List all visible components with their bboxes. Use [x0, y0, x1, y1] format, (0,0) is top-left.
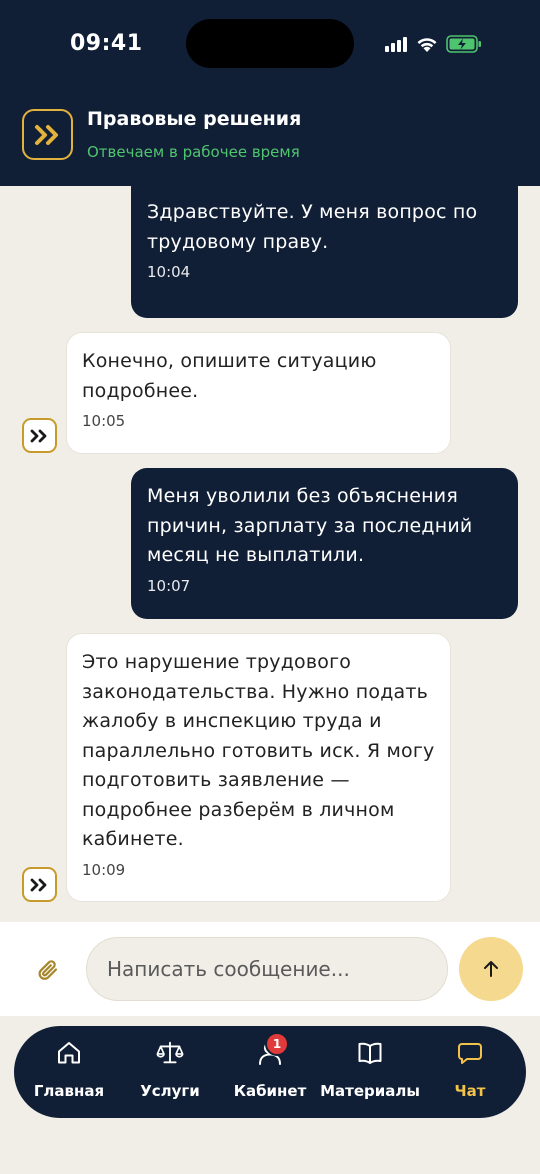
- message-input[interactable]: [86, 937, 448, 1001]
- home-icon: [55, 1039, 83, 1067]
- chat-messages[interactable]: Здравствуйте. У меня вопрос по трудовому…: [0, 186, 540, 922]
- message-incoming: Конечно, опишите ситуацию подробнее. 10:…: [66, 332, 451, 454]
- dynamic-island: [186, 19, 354, 68]
- brand-logo: [22, 109, 73, 160]
- message-outgoing: Меня уволили без объяснения причин, зарп…: [131, 468, 518, 619]
- message-time: 10:07: [147, 576, 191, 595]
- message-time: 10:05: [82, 412, 126, 430]
- status-icons: [385, 33, 482, 55]
- brand-title: Правовые решения: [87, 108, 302, 130]
- nav-label: Главная: [33, 1082, 105, 1100]
- message-time: 10:09: [82, 860, 126, 879]
- arrow-up-icon: [484, 961, 498, 977]
- nav-materials[interactable]: Материалы: [320, 1026, 420, 1118]
- message-text: Конечно, опишите ситуацию подробнее.: [82, 350, 377, 402]
- app-root: 09:41 Правовые решения Отвечаем в рабоче…: [0, 0, 540, 1174]
- agent-avatar: [22, 867, 57, 902]
- chat-icon: [456, 1039, 484, 1067]
- send-button[interactable]: [459, 937, 523, 1001]
- attach-button[interactable]: [33, 955, 63, 985]
- nav-services[interactable]: Услуги: [120, 1026, 220, 1118]
- double-chevron-right-icon: [30, 429, 46, 442]
- nav-label: Чат: [454, 1082, 486, 1100]
- wifi-icon: [417, 37, 437, 52]
- message-text: Это нарушение трудового законодательства…: [82, 651, 435, 850]
- header: 09:41 Правовые решения Отвечаем в рабоче…: [0, 0, 540, 186]
- status-time: 09:41: [70, 31, 143, 56]
- paperclip-icon: [38, 960, 58, 980]
- availability-status: Отвечаем в рабочее время: [87, 143, 300, 161]
- scales-icon: [156, 1039, 184, 1067]
- message-text: Здравствуйте. У меня вопрос по трудовому…: [147, 201, 478, 253]
- nav-label: Кабинет: [233, 1082, 307, 1100]
- agent-avatar: [22, 418, 57, 453]
- cellular-signal-icon: [385, 36, 407, 52]
- book-icon: [356, 1039, 384, 1067]
- message-time: 10:04: [147, 263, 191, 281]
- message-outgoing: Здравствуйте. У меня вопрос по трудовому…: [131, 186, 518, 318]
- nav-label: Материалы: [320, 1082, 420, 1100]
- nav-label: Услуги: [140, 1082, 200, 1100]
- notification-badge: 1: [265, 1032, 289, 1056]
- message-text: Меня уволили без объяснения причин, зарп…: [147, 485, 473, 566]
- nav-chat[interactable]: Чат: [420, 1026, 520, 1118]
- message-composer: [0, 922, 540, 1016]
- nav-home[interactable]: Главная: [19, 1026, 119, 1118]
- battery-charging-icon: [446, 35, 481, 53]
- message-incoming: Это нарушение трудового законодательства…: [66, 633, 451, 902]
- double-chevron-right-icon: [34, 124, 58, 145]
- double-chevron-right-icon: [30, 878, 46, 891]
